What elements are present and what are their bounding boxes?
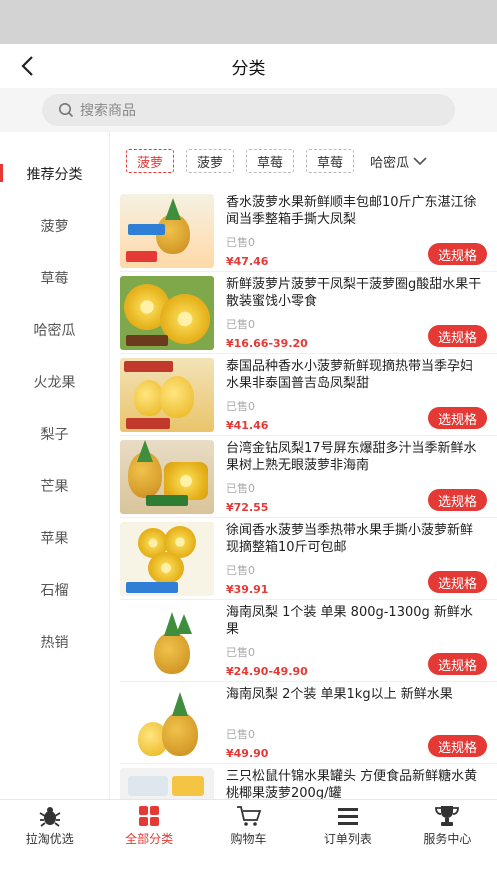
list-item[interactable]: 香水菠萝水果新鲜顺丰包邮10斤广东湛江徐闻当季整箱手撕大凤梨 已售0 ¥47.4… bbox=[120, 190, 497, 272]
sidebar-item-apple[interactable]: 苹果 bbox=[0, 512, 109, 564]
list-item[interactable]: 海南凤梨 1个装 单果 800g-1300g 新鲜水果 已售0 ¥24.90-4… bbox=[120, 600, 497, 682]
sidebar-item-pear[interactable]: 梨子 bbox=[0, 408, 109, 460]
sidebar-item-label: 热销 bbox=[40, 635, 69, 651]
search-area: 搜索商品 bbox=[0, 88, 497, 132]
sidebar-item-label: 苹果 bbox=[40, 531, 69, 547]
product-image[interactable] bbox=[120, 686, 214, 760]
product-name: 徐闻香水菠萝当季热带水果手撕小菠萝新鲜现摘整箱10斤可包邮 bbox=[226, 523, 474, 555]
select-spec-button[interactable]: 选规格 bbox=[427, 735, 487, 757]
select-spec-button[interactable]: 选规格 bbox=[427, 325, 487, 347]
tab-cart[interactable]: 购物车 bbox=[199, 800, 298, 851]
sidebar-item-pomegranate[interactable]: 石榴 bbox=[0, 564, 109, 616]
status-bar bbox=[0, 0, 497, 44]
sidebar-item-label: 推荐分类 bbox=[26, 167, 83, 183]
select-spec-button[interactable]: 选规格 bbox=[427, 571, 487, 593]
chip-pineapple-1[interactable]: 菠萝 bbox=[126, 149, 175, 173]
tab-label: 服务中心 bbox=[423, 831, 472, 846]
sidebar-item-strawberry[interactable]: 草莓 bbox=[0, 252, 109, 304]
select-spec-button[interactable]: 选规格 bbox=[427, 489, 487, 511]
chip-pineapple-2[interactable]: 菠萝 bbox=[186, 149, 235, 173]
tab-latao-select[interactable]: 拉淘优选 bbox=[0, 800, 99, 851]
chip-strawberry-2[interactable]: 草莓 bbox=[306, 149, 355, 173]
back-button[interactable] bbox=[14, 52, 42, 80]
list-item[interactable]: 徐闻香水菠萝当季热带水果手撕小菠萝新鲜现摘整箱10斤可包邮 已售0 ¥39.91… bbox=[120, 518, 497, 600]
product-info: 海南凤梨 1个装 单果 800g-1300g 新鲜水果 已售0 ¥24.90-4… bbox=[214, 604, 497, 681]
list-item[interactable]: 三只松鼠什锦水果罐头 方便食品新鲜糖水黄桃椰果菠萝200g/罐 bbox=[120, 764, 497, 799]
sidebar-item-label: 草莓 bbox=[40, 271, 69, 287]
product-name: 台湾金钻凤梨17号屏东爆甜多汁当季新鲜水果树上熟无眼菠萝非海南 bbox=[226, 441, 477, 473]
product-info: 三只松鼠什锦水果罐头 方便食品新鲜糖水黄桃椰果菠萝200g/罐 bbox=[214, 768, 497, 799]
product-name: 新鲜菠萝片菠萝干凤梨干菠萝圈g酸甜水果干散装蜜饯小零食 bbox=[226, 277, 482, 309]
bottom-safe-area bbox=[0, 851, 497, 883]
sidebar-item-label: 哈密瓜 bbox=[33, 323, 76, 339]
product-image[interactable] bbox=[120, 358, 214, 432]
product-list: 香水菠萝水果新鲜顺丰包邮10斤广东湛江徐闻当季整箱手撕大凤梨 已售0 ¥47.4… bbox=[110, 190, 497, 799]
product-name: 泰国品种香水小菠萝新鲜现摘热带当季孕妇水果非泰国普吉岛凤梨甜 bbox=[226, 359, 474, 391]
product-image[interactable] bbox=[120, 440, 214, 514]
trophy-icon bbox=[435, 805, 460, 826]
tab-all-categories[interactable]: 全部分类 bbox=[99, 800, 198, 851]
tab-label: 全部分类 bbox=[125, 831, 174, 846]
product-name: 香水菠萝水果新鲜顺丰包邮10斤广东湛江徐闻当季整箱手撕大凤梨 bbox=[226, 195, 477, 227]
select-spec-button[interactable]: 选规格 bbox=[427, 653, 487, 675]
list-icon bbox=[337, 807, 358, 825]
category-sidebar: 推荐分类 菠萝 草莓 哈密瓜 火龙果 梨子 芒果 苹果 石榴 热销 bbox=[0, 132, 110, 799]
list-item[interactable]: 新鲜菠萝片菠萝干凤梨干菠萝圈g酸甜水果干散装蜜饯小零食 已售0 ¥16.66-3… bbox=[120, 272, 497, 354]
tab-service-center[interactable]: 服务中心 bbox=[398, 800, 497, 851]
chip-strawberry-1[interactable]: 草莓 bbox=[246, 149, 295, 173]
sidebar-item-label: 梨子 bbox=[40, 427, 69, 443]
nav-bar: 分类 bbox=[0, 44, 497, 88]
product-name: 海南凤梨 2个装 单果1kg以上 新鲜水果 bbox=[226, 687, 453, 702]
product-info: 台湾金钻凤梨17号屏东爆甜多汁当季新鲜水果树上熟无眼菠萝非海南 已售0 ¥72.… bbox=[214, 440, 497, 517]
sidebar-item-recommended[interactable]: 推荐分类 bbox=[0, 148, 109, 200]
bug-icon bbox=[39, 806, 61, 827]
product-info: 香水菠萝水果新鲜顺丰包邮10斤广东湛江徐闻当季整箱手撕大凤梨 已售0 ¥47.4… bbox=[214, 194, 497, 271]
sidebar-item-mango[interactable]: 芒果 bbox=[0, 460, 109, 512]
tab-label: 购物车 bbox=[230, 831, 267, 846]
product-panel: 菠萝 菠萝 草莓 草莓 哈密瓜 香水菠萝水果新鲜顺丰包邮10斤广东湛江徐闻当季整… bbox=[110, 132, 497, 799]
search-input[interactable]: 搜索商品 bbox=[42, 94, 455, 126]
product-info: 徐闻香水菠萝当季热带水果手撕小菠萝新鲜现摘整箱10斤可包邮 已售0 ¥39.91… bbox=[214, 522, 497, 599]
subcategory-chips: 菠萝 菠萝 草莓 草莓 哈密瓜 bbox=[110, 132, 497, 190]
sidebar-item-melon[interactable]: 哈密瓜 bbox=[0, 304, 109, 356]
list-item[interactable]: 台湾金钻凤梨17号屏东爆甜多汁当季新鲜水果树上熟无眼菠萝非海南 已售0 ¥72.… bbox=[120, 436, 497, 518]
product-image[interactable] bbox=[120, 522, 214, 596]
product-info: 新鲜菠萝片菠萝干凤梨干菠萝圈g酸甜水果干散装蜜饯小零食 已售0 ¥16.66-3… bbox=[214, 276, 497, 353]
product-name: 三只松鼠什锦水果罐头 方便食品新鲜糖水黄桃椰果菠萝200g/罐 bbox=[226, 769, 478, 799]
tab-label: 拉淘优选 bbox=[25, 831, 74, 846]
product-image[interactable] bbox=[120, 276, 214, 350]
list-item[interactable]: 海南凤梨 2个装 单果1kg以上 新鲜水果 已售0 ¥49.90 选规格 bbox=[120, 682, 497, 764]
sidebar-item-dragonfruit[interactable]: 火龙果 bbox=[0, 356, 109, 408]
product-image[interactable] bbox=[120, 194, 214, 268]
product-info: 海南凤梨 2个装 单果1kg以上 新鲜水果 已售0 ¥49.90 选规格 bbox=[214, 686, 497, 763]
product-name: 海南凤梨 1个装 单果 800g-1300g 新鲜水果 bbox=[226, 605, 473, 637]
sidebar-item-label: 石榴 bbox=[40, 583, 69, 599]
search-placeholder: 搜索商品 bbox=[80, 103, 136, 119]
product-image[interactable] bbox=[120, 604, 214, 678]
chip-label: 哈密瓜 bbox=[370, 155, 410, 171]
grid-icon bbox=[139, 805, 160, 826]
cart-icon bbox=[236, 805, 261, 826]
sidebar-item-hot[interactable]: 热销 bbox=[0, 616, 109, 668]
list-item[interactable]: 泰国品种香水小菠萝新鲜现摘热带当季孕妇水果非泰国普吉岛凤梨甜 已售0 ¥41.4… bbox=[120, 354, 497, 436]
product-info: 泰国品种香水小菠萝新鲜现摘热带当季孕妇水果非泰国普吉岛凤梨甜 已售0 ¥41.4… bbox=[214, 358, 497, 435]
chip-melon[interactable]: 哈密瓜 bbox=[366, 149, 431, 173]
select-spec-button[interactable]: 选规格 bbox=[427, 407, 487, 429]
search-icon bbox=[59, 103, 74, 118]
page-title: 分类 bbox=[231, 58, 266, 79]
sidebar-item-label: 火龙果 bbox=[33, 375, 76, 391]
bottom-tab-bar: 拉淘优选 全部分类 购物车 订单列表 服务中心 bbox=[0, 799, 497, 851]
chevron-down-icon[interactable] bbox=[413, 156, 427, 166]
product-image[interactable] bbox=[120, 768, 214, 799]
tab-label: 订单列表 bbox=[323, 831, 372, 846]
sidebar-item-label: 菠萝 bbox=[40, 219, 69, 235]
tab-orders[interactable]: 订单列表 bbox=[298, 800, 397, 851]
chevron-left-icon bbox=[21, 56, 33, 76]
select-spec-button[interactable]: 选规格 bbox=[427, 243, 487, 265]
content-area: 推荐分类 菠萝 草莓 哈密瓜 火龙果 梨子 芒果 苹果 石榴 热销 菠萝 菠萝 … bbox=[0, 132, 497, 799]
sidebar-item-label: 芒果 bbox=[40, 479, 69, 495]
sidebar-item-pineapple[interactable]: 菠萝 bbox=[0, 200, 109, 252]
